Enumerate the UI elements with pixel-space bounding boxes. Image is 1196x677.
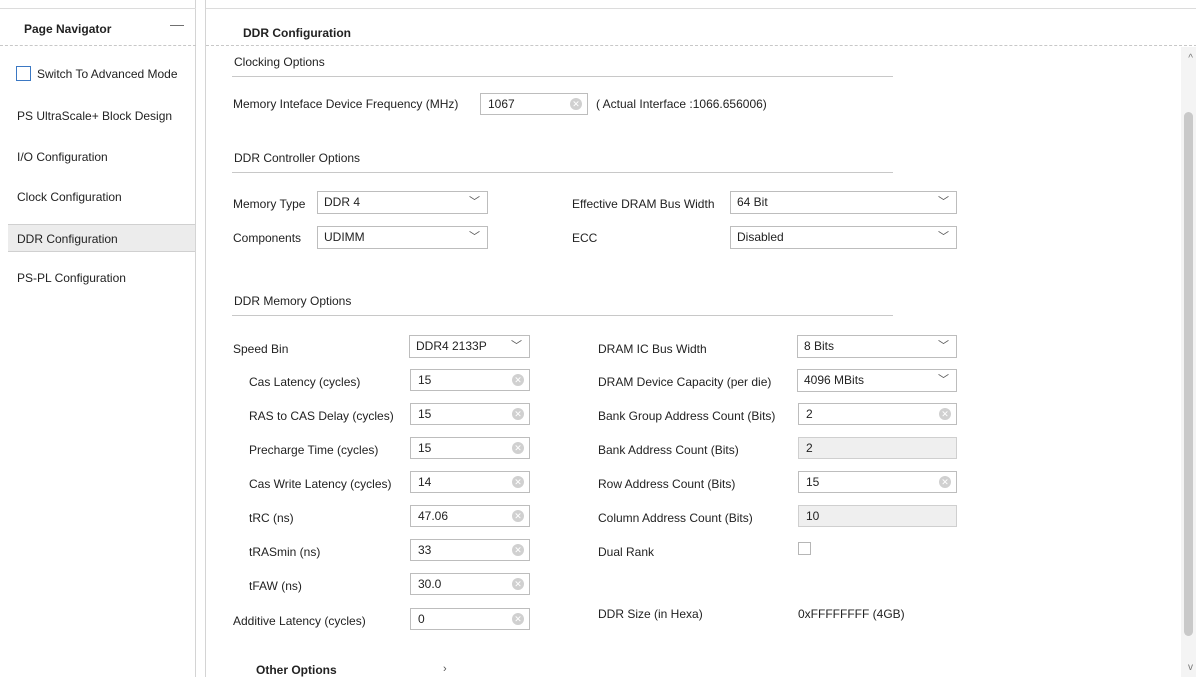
column-address-field: 10 xyxy=(798,505,957,527)
components-select[interactable]: UDIMM ﹀ xyxy=(317,226,488,249)
chevron-down-icon: ﹀ xyxy=(938,340,949,352)
clear-icon[interactable]: ✕ xyxy=(512,442,524,454)
speed-bin-select[interactable]: DDR4 2133P ﹀ xyxy=(409,335,530,358)
chevron-down-icon: ﹀ xyxy=(469,231,480,243)
precharge-input[interactable]: 15 ✕ xyxy=(410,437,530,459)
nav-item-ps-pl-configuration[interactable]: PS-PL Configuration xyxy=(8,264,195,292)
advanced-mode-checkbox[interactable] xyxy=(16,66,31,81)
chevron-down-icon: ﹀ xyxy=(511,340,522,352)
memory-type-label: Memory Type xyxy=(233,197,306,211)
bus-width-select[interactable]: 64 Bit ﹀ xyxy=(730,191,957,214)
clear-icon[interactable]: ✕ xyxy=(512,374,524,386)
row-address-label: Row Address Count (Bits) xyxy=(598,477,736,491)
section-divider xyxy=(232,315,893,316)
frequency-label: Memory Inteface Device Frequency (MHz) xyxy=(233,97,459,111)
memory-type-select[interactable]: DDR 4 ﹀ xyxy=(317,191,488,214)
cas-latency-input[interactable]: 15 ✕ xyxy=(410,369,530,391)
actual-interface-text: ( Actual Interface :1066.656006) xyxy=(596,97,767,111)
device-capacity-select[interactable]: 4096 MBits ﹀ xyxy=(797,369,957,392)
scroll-up-icon[interactable]: ^ xyxy=(1188,53,1193,64)
scroll-down-icon[interactable]: v xyxy=(1188,662,1193,673)
additive-latency-label: Additive Latency (cycles) xyxy=(233,614,366,628)
ic-bus-width-label: DRAM IC Bus Width xyxy=(598,342,707,356)
section-divider xyxy=(232,172,893,173)
clear-icon[interactable]: ✕ xyxy=(512,613,524,625)
column-address-label: Column Address Count (Bits) xyxy=(598,511,753,525)
advanced-mode-label: Switch To Advanced Mode xyxy=(37,66,178,81)
dual-rank-checkbox[interactable] xyxy=(798,542,811,555)
ras-cas-label: RAS to CAS Delay (cycles) xyxy=(249,409,394,423)
page-navigator: Page Navigator — Switch To Advanced Mode… xyxy=(0,0,196,677)
other-options-toggle[interactable]: Other Options xyxy=(256,663,337,677)
navigator-header: Page Navigator — xyxy=(0,8,196,46)
cas-write-input[interactable]: 14 ✕ xyxy=(410,471,530,493)
bank-group-input[interactable]: 2 ✕ xyxy=(798,403,957,425)
chevron-right-icon[interactable]: › xyxy=(443,663,447,675)
minimize-icon[interactable]: — xyxy=(170,16,184,32)
content-header: DDR Configuration xyxy=(206,8,1196,46)
controller-section-title: DDR Controller Options xyxy=(234,151,361,165)
nav-item-block-design[interactable]: PS UltraScale+ Block Design xyxy=(8,102,195,130)
section-divider xyxy=(232,76,893,77)
clear-icon[interactable]: ✕ xyxy=(570,98,582,110)
clear-icon[interactable]: ✕ xyxy=(512,510,524,522)
tras-label: tRASmin (ns) xyxy=(249,545,321,559)
tfaw-label: tFAW (ns) xyxy=(249,579,302,593)
row-address-input[interactable]: 15 ✕ xyxy=(798,471,957,493)
trc-label: tRC (ns) xyxy=(249,511,294,525)
tras-input[interactable]: 33 ✕ xyxy=(410,539,530,561)
navigator-title: Page Navigator xyxy=(24,22,112,36)
nav-item-ddr-configuration[interactable]: DDR Configuration xyxy=(8,224,195,252)
clear-icon[interactable]: ✕ xyxy=(512,544,524,556)
chevron-down-icon: ﹀ xyxy=(938,231,949,243)
tfaw-input[interactable]: 30.0 ✕ xyxy=(410,573,530,595)
scrollbar-thumb[interactable] xyxy=(1184,112,1193,636)
components-label: Components xyxy=(233,231,302,245)
cas-latency-label: Cas Latency (cycles) xyxy=(249,375,361,389)
clear-icon[interactable]: ✕ xyxy=(512,578,524,590)
clocking-section-title: Clocking Options xyxy=(234,55,325,69)
clear-icon[interactable]: ✕ xyxy=(939,408,951,420)
ddr-size-value: 0xFFFFFFFF (4GB) xyxy=(798,607,905,621)
ddr-size-label: DDR Size (in Hexa) xyxy=(598,607,703,621)
bank-group-label: Bank Group Address Count (Bits) xyxy=(598,409,776,423)
ic-bus-width-select[interactable]: 8 Bits ﹀ xyxy=(797,335,957,358)
speed-bin-label: Speed Bin xyxy=(233,342,289,356)
device-capacity-label: DRAM Device Capacity (per die) xyxy=(598,375,772,389)
additive-latency-input[interactable]: 0 ✕ xyxy=(410,608,530,630)
trc-input[interactable]: 47.06 ✕ xyxy=(410,505,530,527)
bus-width-label: Effective DRAM Bus Width xyxy=(572,197,715,211)
clear-icon[interactable]: ✕ xyxy=(512,476,524,488)
chevron-down-icon: ﹀ xyxy=(938,374,949,386)
nav-item-clock-configuration[interactable]: Clock Configuration xyxy=(8,183,195,211)
bank-address-field: 2 xyxy=(798,437,957,459)
page-title: DDR Configuration xyxy=(243,26,351,40)
ddr-configuration-panel: DDR Configuration Clocking Options Memor… xyxy=(205,0,1196,677)
clear-icon[interactable]: ✕ xyxy=(939,476,951,488)
frequency-input[interactable]: 1067 ✕ xyxy=(480,93,588,115)
memory-section-title: DDR Memory Options xyxy=(234,294,352,308)
advanced-mode-toggle[interactable]: Switch To Advanced Mode xyxy=(16,66,178,81)
dual-rank-label: Dual Rank xyxy=(598,545,655,559)
cas-write-label: Cas Write Latency (cycles) xyxy=(249,477,392,491)
ecc-label: ECC xyxy=(572,231,598,245)
precharge-label: Precharge Time (cycles) xyxy=(249,443,379,457)
bank-address-label: Bank Address Count (Bits) xyxy=(598,443,739,457)
clear-icon[interactable]: ✕ xyxy=(512,408,524,420)
chevron-down-icon: ﹀ xyxy=(469,196,480,208)
nav-item-io-configuration[interactable]: I/O Configuration xyxy=(8,143,195,171)
chevron-down-icon: ﹀ xyxy=(938,196,949,208)
ras-cas-input[interactable]: 15 ✕ xyxy=(410,403,530,425)
ecc-select[interactable]: Disabled ﹀ xyxy=(730,226,957,249)
